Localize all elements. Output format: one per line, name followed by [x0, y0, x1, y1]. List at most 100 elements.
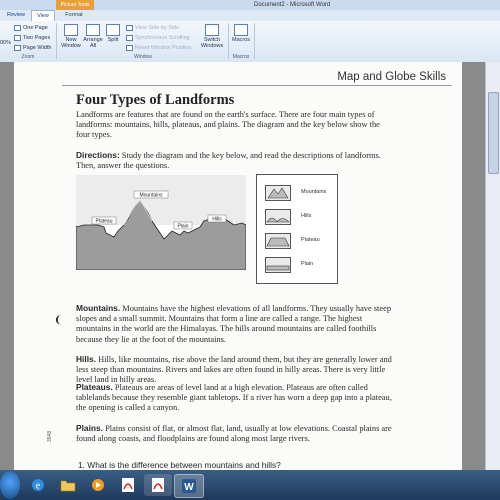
- zoom-100-button[interactable]: 00%: [0, 40, 11, 46]
- arrange-all-label-2: All: [89, 43, 97, 49]
- document-area[interactable]: Map and Globe Skills Four Types of Landf…: [0, 62, 500, 470]
- sync-scrolling-button[interactable]: Synchronous Scrolling: [126, 35, 190, 41]
- term-hills: Hills.: [76, 354, 97, 364]
- group-separator: [254, 23, 255, 59]
- tab-format[interactable]: Format: [60, 10, 88, 21]
- one-page-icon: [14, 25, 21, 31]
- page-header: Map and Globe Skills: [337, 71, 446, 83]
- one-page-button[interactable]: One Page: [14, 25, 48, 31]
- directions-text: Study the diagram and the key below, and…: [76, 151, 381, 171]
- window-title: Document2 - Microsoft Word: [254, 2, 331, 8]
- landform-diagram[interactable]: Mountains Plateau Plain Hills: [76, 175, 246, 270]
- page-width-button[interactable]: Page Width: [14, 45, 51, 51]
- ribbon: Picture Tools Document2 - Microsoft Word…: [0, 0, 500, 63]
- macros-icon: [234, 24, 248, 36]
- paragraph-plains: Plains. Plains consist of flat, or almos…: [76, 423, 396, 444]
- start-button[interactable]: [0, 471, 20, 499]
- macros-label: Macros: [231, 37, 251, 43]
- intro-paragraph: Landforms are features that are found on…: [76, 110, 380, 140]
- picture-tools-tab-label: Picture Tools: [56, 0, 94, 10]
- paragraph-mountains: Mountains. Mountains have the highest el…: [76, 303, 396, 345]
- group-separator: [56, 23, 57, 59]
- plateau-key-icon: [265, 233, 291, 249]
- document-page[interactable]: Map and Globe Skills Four Types of Landf…: [14, 62, 462, 470]
- term-plains: Plains.: [76, 423, 103, 433]
- header-rule: [62, 85, 452, 86]
- zoom-value: 00%: [0, 40, 12, 46]
- new-window-icon: [64, 24, 78, 36]
- reset-window-icon: [126, 45, 133, 51]
- text-plains: Plains consist of flat, or almost flat, …: [76, 424, 392, 444]
- tab-review[interactable]: Review: [4, 10, 28, 21]
- page-width-icon: [14, 45, 21, 51]
- hills-key-icon: [265, 209, 291, 225]
- one-page-label: One Page: [23, 25, 48, 31]
- diagram-label-hills: Hills: [212, 217, 222, 223]
- ribbon-tabs: Review View Format: [0, 10, 500, 22]
- pdf-icon[interactable]: [144, 474, 172, 496]
- key-item-plateau: Plateau: [265, 233, 337, 251]
- reset-window-position-button[interactable]: Reset Window Position: [126, 45, 192, 51]
- sync-scrolling-icon: [126, 35, 133, 41]
- svg-text:W: W: [184, 482, 194, 493]
- key-label-hills: Hills: [301, 213, 312, 219]
- view-side-by-side-button[interactable]: View Side by Side: [126, 25, 179, 31]
- key-label-mountains: Mountains: [301, 189, 327, 195]
- pdf-icon[interactable]: [114, 474, 142, 496]
- sync-scrolling-label: Synchronous Scrolling: [135, 35, 190, 41]
- switch-windows-button[interactable]: Switch Windows: [198, 24, 226, 49]
- view-side-by-side-label: View Side by Side: [135, 25, 180, 31]
- word-icon[interactable]: W: [174, 474, 204, 498]
- two-pages-button[interactable]: Two Pages: [14, 35, 50, 41]
- key-label-plain: Plain: [301, 261, 314, 267]
- key-item-hills: Hills: [265, 209, 337, 227]
- internet-explorer-icon[interactable]: e: [24, 474, 52, 496]
- split-icon: [106, 24, 120, 36]
- page-width-label: Page Width: [23, 45, 52, 51]
- diagram-label-plain: Plain: [177, 224, 188, 230]
- reset-window-position-label: Reset Window Position: [135, 45, 192, 51]
- side-code: 3548: [47, 430, 53, 442]
- new-window-button[interactable]: New Window: [60, 24, 82, 49]
- two-pages-label: Two Pages: [23, 35, 51, 41]
- key-item-mountains: Mountains: [265, 185, 337, 203]
- landform-key: Mountains Hills Plateau Plain: [256, 174, 338, 284]
- text-mountains: Mountains have the highest elevations of…: [76, 304, 392, 344]
- two-pages-icon: [14, 35, 21, 41]
- arrange-all-button[interactable]: Arrange All: [82, 24, 104, 49]
- macros-group-label: Macros: [232, 54, 250, 60]
- title-bar: Picture Tools Document2 - Microsoft Word: [0, 0, 500, 10]
- zoom-group-label: Zoom: [21, 54, 35, 60]
- scrollbar-thumb[interactable]: [488, 92, 499, 174]
- split-label: Split: [107, 37, 119, 43]
- diagram-label-mountains: Mountains: [139, 193, 163, 199]
- term-plateaus: Plateaus.: [76, 382, 113, 392]
- side-by-side-icon: [126, 25, 133, 31]
- text-cursor-icon: ❨: [54, 315, 63, 326]
- directions-label: Directions:: [76, 150, 120, 160]
- text-hills: Hills, like mountains, rise above the la…: [76, 355, 392, 385]
- window-group-label: Window: [134, 54, 152, 60]
- directions-paragraph: Directions: Study the diagram and the ke…: [76, 150, 396, 171]
- diagram-label-plateau: Plateau: [96, 219, 113, 225]
- macros-button[interactable]: Macros: [230, 24, 252, 43]
- ribbon-body: 00% One Page Two Pages Page Width Zoom N…: [0, 21, 500, 62]
- plain-key-icon: [265, 257, 291, 273]
- key-label-plateau: Plateau: [301, 237, 320, 243]
- paragraph-hills: Hills. Hills, like mountains, rise above…: [76, 354, 396, 386]
- media-player-icon[interactable]: [84, 474, 112, 496]
- switch-windows-icon: [205, 24, 219, 36]
- arrange-all-icon: [86, 24, 100, 36]
- folder-icon[interactable]: [54, 474, 82, 496]
- split-button[interactable]: Split: [104, 24, 122, 43]
- document-title: Four Types of Landforms: [76, 92, 235, 108]
- vertical-scrollbar[interactable]: [485, 62, 500, 470]
- new-window-label-2: Window: [61, 43, 81, 49]
- paragraph-plateaus: Plateaus. Plateaus are areas of level la…: [76, 382, 396, 414]
- question-1: 1. What is the difference between mounta…: [78, 460, 281, 470]
- term-mountains: Mountains.: [76, 303, 121, 313]
- taskbar: e W: [0, 470, 500, 500]
- switch-windows-label-2: Windows: [200, 43, 224, 49]
- mountains-key-icon: [265, 185, 291, 201]
- svg-text:e: e: [36, 481, 41, 492]
